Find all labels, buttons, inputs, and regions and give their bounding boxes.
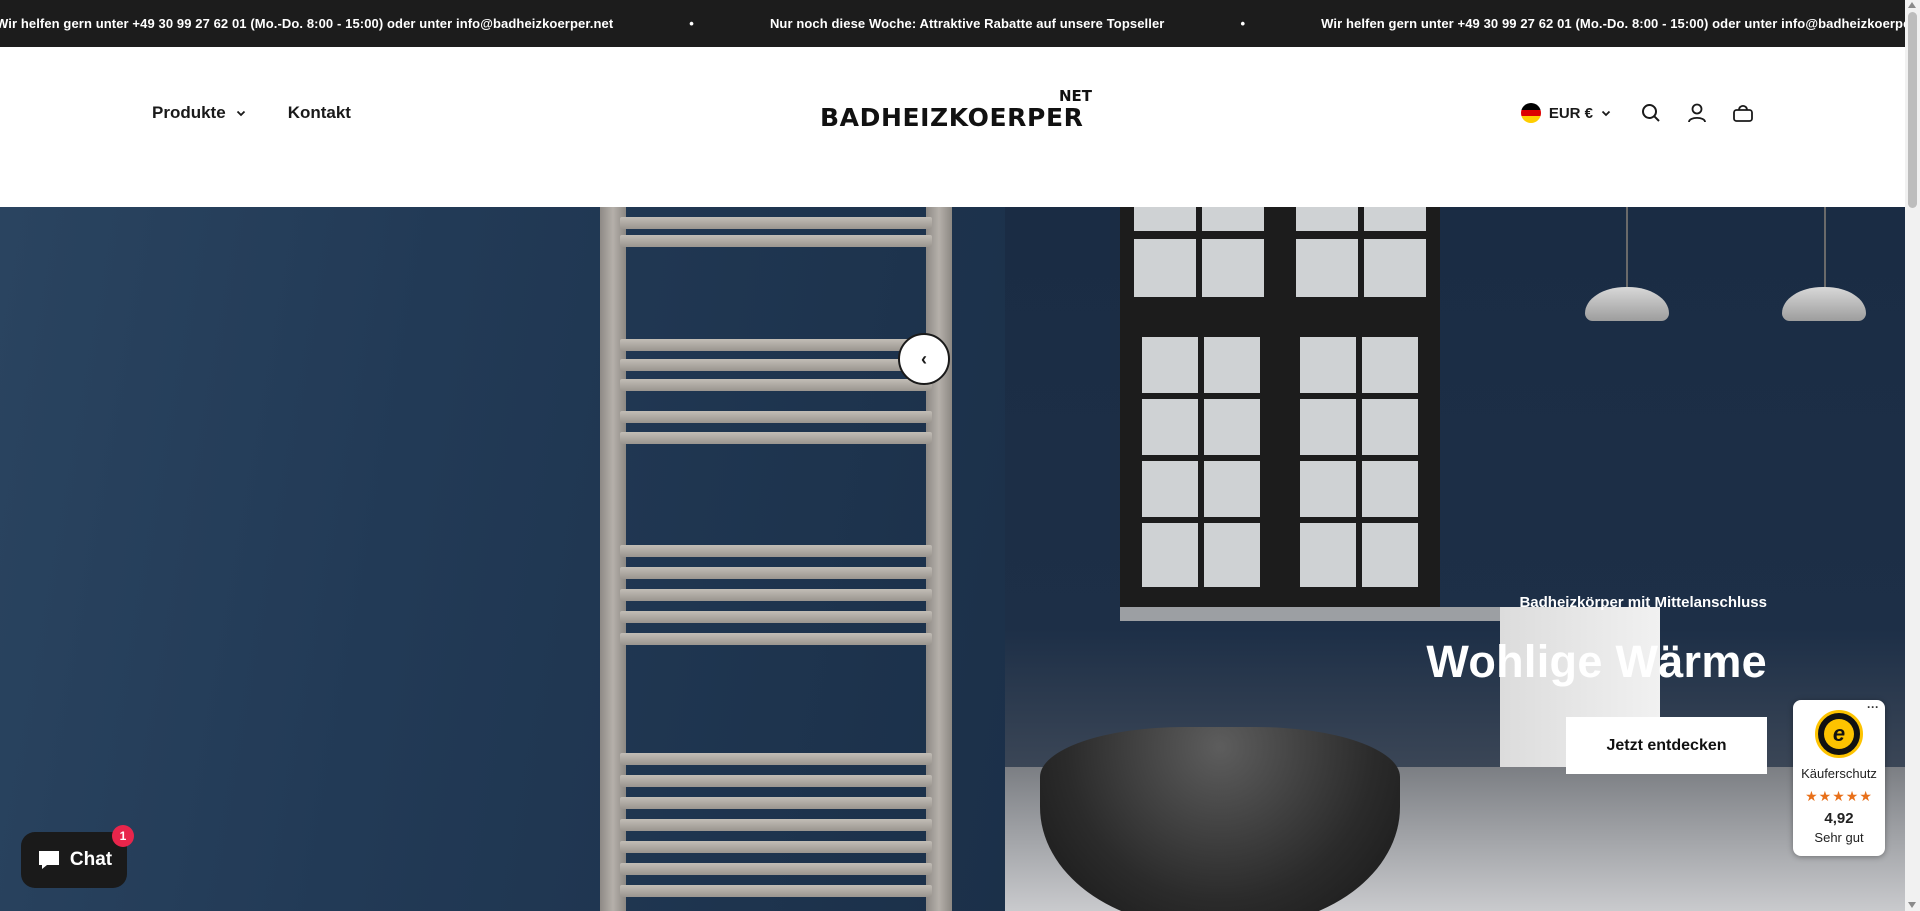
hero-cta-button[interactable]: Jetzt entdecken [1566,717,1767,774]
logo-suffix: NET [1058,87,1092,105]
chat-bubble-icon [38,851,59,869]
chat-unread-badge: 1 [112,825,134,847]
rating-grade: Sehr gut [1814,830,1864,845]
main-nav: Produkte Kontakt [152,103,351,123]
hero-window-image [1120,207,1440,607]
trust-label: Käuferschutz [1801,766,1877,781]
scroll-down-arrow-icon[interactable] [1908,902,1916,908]
trusted-shops-seal-icon: e [1815,710,1863,758]
hero-window-sill [1120,607,1500,621]
nav-item-produkte[interactable]: Produkte [152,103,246,123]
search-icon [1642,104,1660,122]
chevron-down-icon [1601,110,1611,117]
chat-label: Chat [69,849,113,870]
page-scrollbar[interactable] [1905,0,1920,911]
currency-selector[interactable]: EUR € [1520,103,1611,123]
lamp-cord [1626,207,1628,289]
announcement-item: Wir helfen gern unter +49 30 99 27 62 01… [0,16,614,31]
more-options-icon[interactable]: ··· [1867,700,1879,714]
hero-title: Wohlige Wärme [1426,636,1767,687]
account-button[interactable] [1685,101,1709,125]
trusted-shops-badge[interactable]: ··· e Käuferschutz ★★★★★ 4,92 Sehr gut [1793,700,1885,856]
chevron-left-icon: ‹ [921,348,927,369]
currency-label: EUR € [1548,104,1593,122]
announcement-item: Nur noch diese Woche: Attraktive Rabatte… [769,16,1165,31]
scroll-up-arrow-icon[interactable] [1908,2,1916,8]
scrollbar-thumb[interactable] [1908,12,1917,208]
chevron-down-icon [236,110,245,117]
hero-bathtub-image [1040,727,1400,911]
rating-stars: ★★★★★ [1805,788,1873,804]
account-icon [1688,103,1706,123]
announcement-bar: Wir helfen gern unter +49 30 99 27 62 01… [0,0,1905,47]
logo-wordmark: BADHEIZKOERPER [820,103,1084,132]
hero-subtitle: Badheizkörper mit Mittelanschluss [1519,594,1767,611]
announcement-separator: • [1240,16,1246,31]
announcement-item: Wir helfen gern unter +49 30 99 27 62 01… [1321,16,1905,31]
announcement-separator: • [689,16,694,31]
nav-label: Kontakt [287,103,351,122]
chat-button[interactable]: Chat [21,832,127,888]
nav-label: Produkte [152,103,226,122]
lamp-cord [1824,207,1826,289]
hero-slideshow [0,207,1905,911]
cart-icon [1733,104,1753,122]
announcement-track: Wir helfen gern unter +49 30 99 27 62 01… [0,0,1905,47]
site-logo[interactable]: BADHEIZKOERPER NET [820,87,1092,137]
hero-radiator-image [600,207,952,911]
germany-flag-icon [1520,103,1541,123]
nav-item-kontakt[interactable]: Kontakt [288,103,351,123]
cart-button[interactable] [1731,101,1755,125]
search-button[interactable] [1639,101,1663,125]
header-actions: EUR € [1520,101,1755,125]
slideshow-prev-button[interactable]: ‹ [898,333,950,385]
rating-score: 4,92 [1824,810,1854,827]
site-header: Produkte Kontakt BADHEIZKOERPER NET EUR … [0,47,1905,207]
